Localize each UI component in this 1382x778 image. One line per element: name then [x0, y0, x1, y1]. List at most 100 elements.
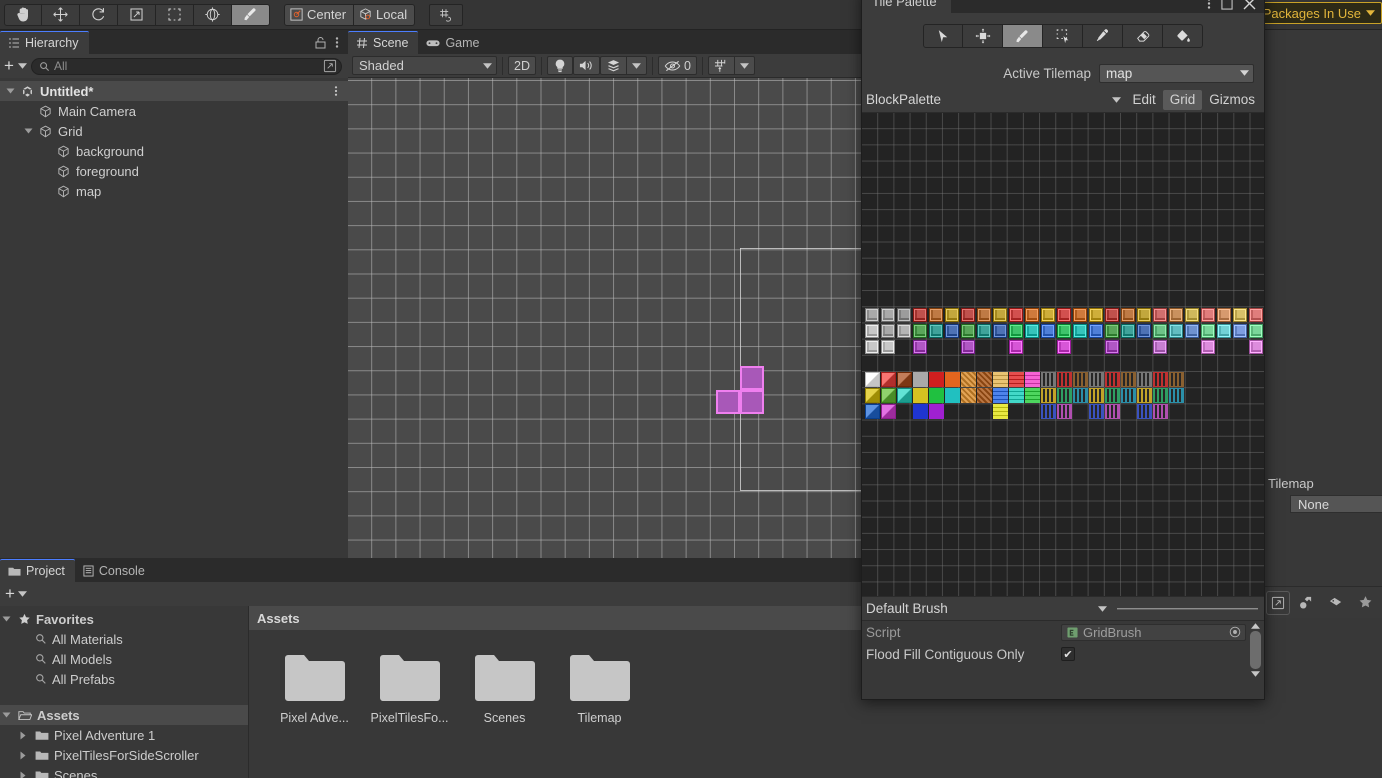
- palette-tile[interactable]: [1249, 340, 1263, 354]
- palette-tile[interactable]: [897, 372, 912, 387]
- favorite-star-icon[interactable]: [1350, 591, 1380, 615]
- palette-tile[interactable]: [1201, 324, 1215, 338]
- asset-item[interactable]: Pixel Adve...: [267, 652, 362, 725]
- palette-tile[interactable]: [1057, 340, 1071, 354]
- hierarchy-item-untitled-[interactable]: Untitled*: [0, 81, 348, 101]
- project-tree-item-all-models[interactable]: All Models: [0, 649, 248, 669]
- palette-tile[interactable]: [897, 324, 911, 338]
- expand-arrow-down-icon[interactable]: [24, 127, 35, 135]
- tag-icon[interactable]: [1320, 591, 1350, 615]
- scene-audio-button[interactable]: [573, 56, 600, 75]
- palette-tile[interactable]: [1009, 372, 1024, 387]
- project-tree-item-pixeltilesforsidescroller[interactable]: PixelTilesForSideScroller: [0, 745, 248, 765]
- palette-tile[interactable]: [1233, 324, 1247, 338]
- open-in-new-icon[interactable]: [1266, 591, 1290, 615]
- hierarchy-item-map[interactable]: map: [0, 181, 348, 201]
- scene-gizmos-button[interactable]: [708, 56, 734, 75]
- palette-tile[interactable]: [1137, 388, 1152, 403]
- palette-tile[interactable]: [1169, 372, 1184, 387]
- palette-tile[interactable]: [1121, 324, 1135, 338]
- brush-properties-scrollbar[interactable]: [1249, 623, 1262, 677]
- close-icon[interactable]: [1243, 0, 1256, 10]
- palette-picker-tool-button[interactable]: [1083, 24, 1123, 48]
- palette-tile[interactable]: [1009, 388, 1024, 403]
- custom-editor-tool-button[interactable]: [232, 4, 270, 26]
- palette-tile[interactable]: [1201, 308, 1215, 322]
- palette-tile[interactable]: [1057, 372, 1072, 387]
- palette-tile[interactable]: [1025, 308, 1039, 322]
- move-tool-button[interactable]: [42, 4, 80, 26]
- palette-tile[interactable]: [1249, 324, 1263, 338]
- object-picker-icon[interactable]: [1229, 626, 1241, 638]
- hierarchy-item-foreground[interactable]: foreground: [0, 161, 348, 181]
- palette-tile[interactable]: [1137, 308, 1151, 322]
- palette-canvas[interactable]: [862, 113, 1264, 596]
- palette-tile[interactable]: [1169, 388, 1184, 403]
- toggle-2d-button[interactable]: 2D: [508, 56, 536, 75]
- palette-paintbrush-tool-button[interactable]: [1003, 24, 1043, 48]
- palette-tile[interactable]: [1009, 324, 1023, 338]
- palette-tile[interactable]: [1089, 324, 1103, 338]
- palette-tile[interactable]: [945, 324, 959, 338]
- tab-tile-palette[interactable]: Tile Palette: [862, 0, 951, 13]
- palette-tile[interactable]: [1105, 324, 1119, 338]
- brush-dropdown[interactable]: Default Brush: [866, 600, 1111, 618]
- scene-visibility-button[interactable]: 0: [658, 56, 697, 75]
- hierarchy-item-grid[interactable]: Grid: [0, 121, 348, 141]
- palette-tile[interactable]: [1121, 308, 1135, 322]
- palette-tile[interactable]: [897, 308, 911, 322]
- brush-size-slider[interactable]: [1117, 608, 1258, 610]
- palette-grid-toggle[interactable]: Grid: [1163, 90, 1203, 110]
- palette-tile[interactable]: [945, 372, 960, 387]
- palette-tile[interactable]: [929, 388, 944, 403]
- palette-tile[interactable]: [1073, 388, 1088, 403]
- lock-icon[interactable]: [315, 36, 326, 49]
- palette-eraser-tool-button[interactable]: [1123, 24, 1163, 48]
- project-tree-item-all-materials[interactable]: All Materials: [0, 629, 248, 649]
- palette-tile[interactable]: [1025, 324, 1039, 338]
- asset-item[interactable]: Scenes: [457, 652, 552, 725]
- search-popout-icon[interactable]: [323, 59, 337, 73]
- palette-tile[interactable]: [1041, 308, 1055, 322]
- palette-tile[interactable]: [881, 308, 895, 322]
- palette-tile[interactable]: [1233, 308, 1247, 322]
- palette-tile[interactable]: [929, 324, 943, 338]
- transform-tool-button[interactable]: [194, 4, 232, 26]
- palette-tile[interactable]: [865, 388, 880, 403]
- palette-tile[interactable]: [1041, 324, 1055, 338]
- project-create-button[interactable]: +: [5, 587, 15, 601]
- palette-move-tool-button[interactable]: [963, 24, 1003, 48]
- scroll-down-arrow-icon[interactable]: [1251, 671, 1260, 677]
- tab-hierarchy[interactable]: Hierarchy: [0, 31, 89, 54]
- placed-tile[interactable]: [740, 390, 764, 414]
- palette-tile[interactable]: [1089, 404, 1104, 419]
- palette-tile[interactable]: [1153, 388, 1168, 403]
- palette-fill-tool-button[interactable]: [1163, 24, 1203, 48]
- placed-tile[interactable]: [740, 366, 764, 390]
- create-button[interactable]: +: [4, 59, 14, 73]
- project-tree-item-favorites[interactable]: Favorites: [0, 609, 248, 629]
- hierarchy-search-input[interactable]: All: [31, 58, 342, 75]
- palette-tile[interactable]: [865, 324, 879, 338]
- palette-tile[interactable]: [993, 388, 1008, 403]
- scene-fx-button[interactable]: [600, 56, 626, 75]
- project-create-dropdown-icon[interactable]: [18, 591, 27, 597]
- palette-tile[interactable]: [1009, 308, 1023, 322]
- expand-arrow-right-icon[interactable]: [19, 731, 30, 740]
- palette-tile[interactable]: [1057, 388, 1072, 403]
- palette-tile[interactable]: [1073, 324, 1087, 338]
- palette-dropdown[interactable]: BlockPalette: [866, 90, 1125, 110]
- palette-gizmos-toggle[interactable]: Gizmos: [1202, 90, 1262, 110]
- palette-tile[interactable]: [1121, 388, 1136, 403]
- hand-tool-button[interactable]: [4, 4, 42, 26]
- palette-tile[interactable]: [945, 308, 959, 322]
- pivot-mode-button[interactable]: Center: [284, 4, 354, 26]
- palette-tile[interactable]: [1105, 340, 1119, 354]
- palette-tile[interactable]: [881, 404, 896, 419]
- palette-tile[interactable]: [1073, 308, 1087, 322]
- palette-tile[interactable]: [1041, 388, 1056, 403]
- palette-tile[interactable]: [993, 308, 1007, 322]
- palette-tile[interactable]: [1137, 372, 1152, 387]
- palette-tile[interactable]: [945, 388, 960, 403]
- handle-space-button[interactable]: Local: [354, 4, 415, 26]
